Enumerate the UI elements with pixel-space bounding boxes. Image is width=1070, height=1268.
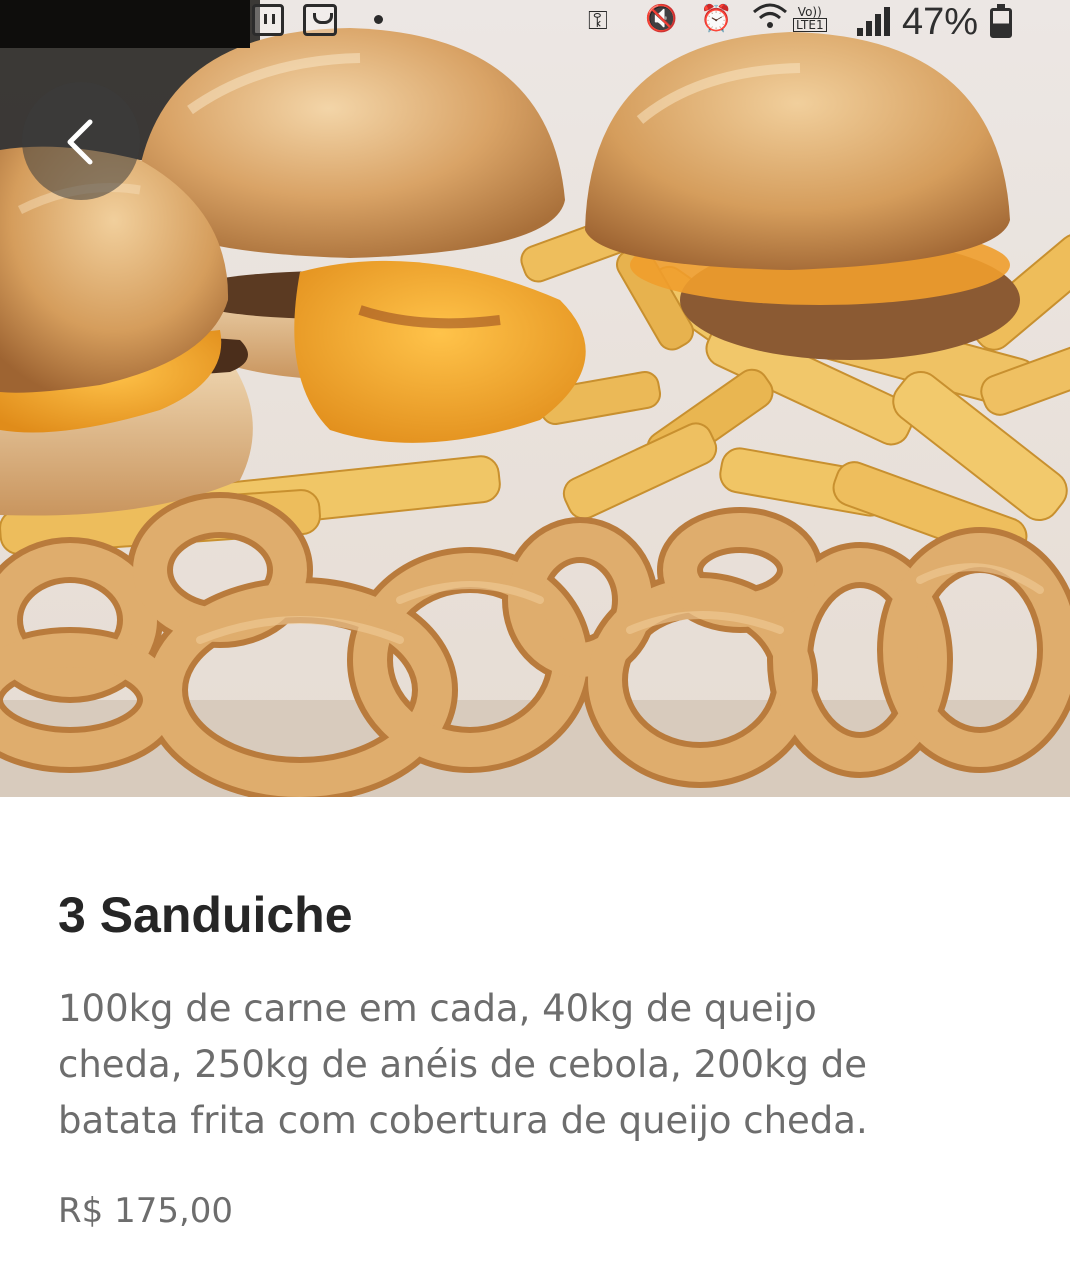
lte-label: LTE1: [793, 18, 827, 32]
description-line: cheda, 250kg de anéis de cebola, 200kg d…: [58, 1043, 868, 1086]
status-bar: ⚿ 🔇 ⏰ Vo)) LTE1 47%: [0, 0, 1070, 48]
description-line: batata frita com cobertura de queijo che…: [58, 1099, 868, 1142]
product-description: 100kg de carne em cada, 40kg de queijo c…: [58, 981, 1018, 1149]
chevron-left-icon: [67, 119, 93, 165]
product-title: 3 Sanduiche: [58, 887, 353, 943]
description-line: 100kg de carne em cada, 40kg de queijo: [58, 987, 817, 1030]
status-bar-dark-area: [0, 0, 250, 48]
battery-icon: [990, 4, 1012, 38]
network-type-label: Vo)) LTE1: [793, 6, 827, 40]
vpn-key-icon: ⚿: [588, 6, 608, 36]
mute-vibrate-icon: 🔇: [645, 4, 678, 34]
food-photo: [0, 0, 1070, 797]
product-details: 3 Sanduiche 100kg de carne em cada, 40kg…: [0, 797, 1070, 1268]
wifi-icon: [752, 2, 788, 36]
shopping-bag-icon: [303, 4, 337, 36]
back-button[interactable]: [22, 82, 140, 200]
signal-icon: [855, 4, 895, 38]
product-image: [0, 0, 1070, 797]
onion-rings: [0, 492, 1070, 797]
twitch-icon: [252, 4, 284, 36]
battery-percentage: 47%: [902, 1, 979, 43]
volte-label: Vo)): [797, 5, 822, 19]
notification-dot-icon: [374, 15, 383, 24]
product-price: R$ 175,00: [58, 1191, 234, 1231]
alarm-icon: ⏰: [700, 4, 733, 34]
